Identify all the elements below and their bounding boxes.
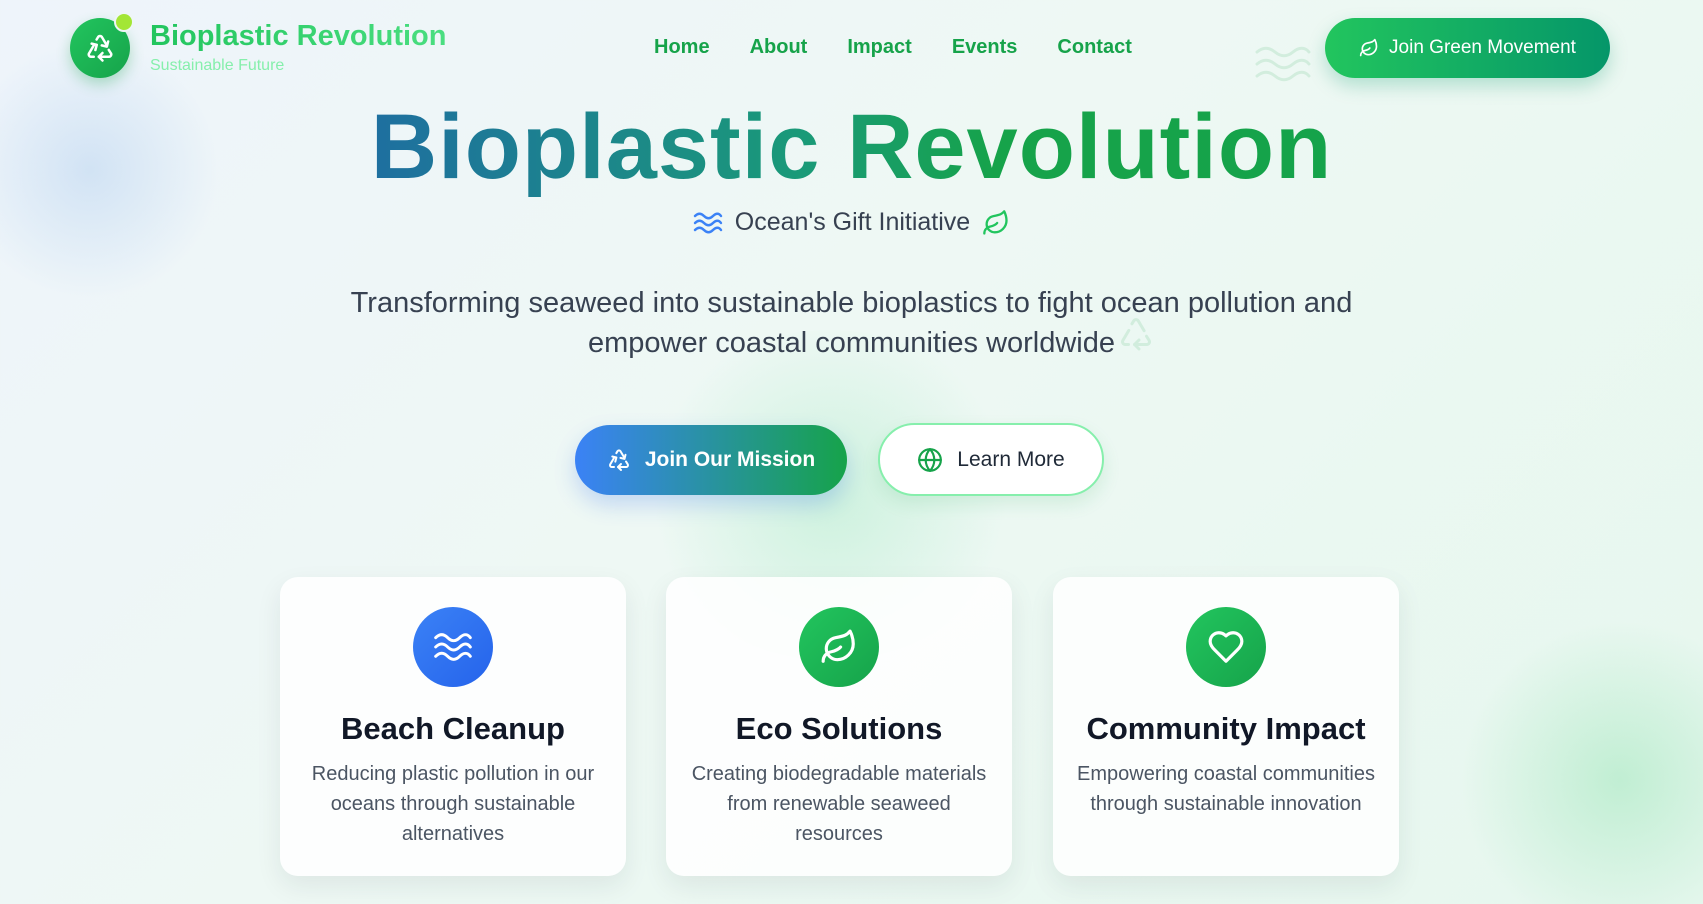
recycle-icon <box>608 449 629 471</box>
join-our-mission-button[interactable]: Join Our Mission <box>575 425 847 495</box>
card-icon-circle <box>1186 607 1266 687</box>
waves-icon <box>434 633 472 661</box>
nav-about[interactable]: About <box>750 36 808 59</box>
leaf-icon <box>821 629 855 663</box>
card-icon-circle <box>413 607 493 687</box>
join-green-movement-label: Join Green Movement <box>1389 37 1576 58</box>
decorative-recycle-icon <box>1121 318 1151 351</box>
main-nav: Home About Impact Events Contact <box>654 36 1132 59</box>
background-blob <box>1460 620 1703 904</box>
hero-subtitle-row: Ocean's Gift Initiative <box>0 208 1703 237</box>
brand-name[interactable]: Bioplastic Revolution <box>150 20 446 53</box>
feature-card-community-impact[interactable]: Community Impact Empowering coastal comm… <box>1053 577 1399 876</box>
learn-more-button[interactable]: Learn More <box>878 423 1104 496</box>
join-green-movement-button[interactable]: Join Green Movement <box>1325 18 1610 78</box>
hero-subtitle: Ocean's Gift Initiative <box>734 208 971 236</box>
join-our-mission-label: Join Our Mission <box>644 448 816 471</box>
waves-icon <box>693 212 722 233</box>
leaf-icon <box>983 209 1008 235</box>
decorative-waves-icon <box>1255 46 1311 82</box>
brand-tagline: Sustainable Future <box>150 57 285 74</box>
card-title: Community Impact <box>1086 711 1366 746</box>
card-icon-circle <box>799 607 879 687</box>
hero-title: Bioplastic Revolution <box>370 96 1333 198</box>
heart-icon <box>1208 631 1244 663</box>
nav-contact[interactable]: Contact <box>1057 36 1131 59</box>
leaf-icon <box>1359 38 1378 57</box>
feature-card-eco-solutions[interactable]: Eco Solutions Creating biodegradable mat… <box>666 577 1012 876</box>
nav-home[interactable]: Home <box>654 36 710 59</box>
nav-impact[interactable]: Impact <box>847 36 911 59</box>
learn-more-label: Learn More <box>957 447 1065 471</box>
card-text: Creating biodegradable materials from re… <box>691 763 987 845</box>
hero-description: Transforming seaweed into sustainable bi… <box>350 287 1353 359</box>
card-text: Empowering coastal communities through s… <box>1077 763 1375 815</box>
nav-events[interactable]: Events <box>952 36 1018 59</box>
recycle-icon <box>87 34 113 62</box>
card-text: Reducing plastic pollution in our oceans… <box>311 763 595 845</box>
logo-badge-dot <box>114 12 134 32</box>
globe-icon <box>918 447 943 472</box>
feature-card-beach-cleanup[interactable]: Beach Cleanup Reducing plastic pollution… <box>280 577 626 876</box>
card-title: Beach Cleanup <box>341 711 565 746</box>
card-title: Eco Solutions <box>735 711 943 746</box>
